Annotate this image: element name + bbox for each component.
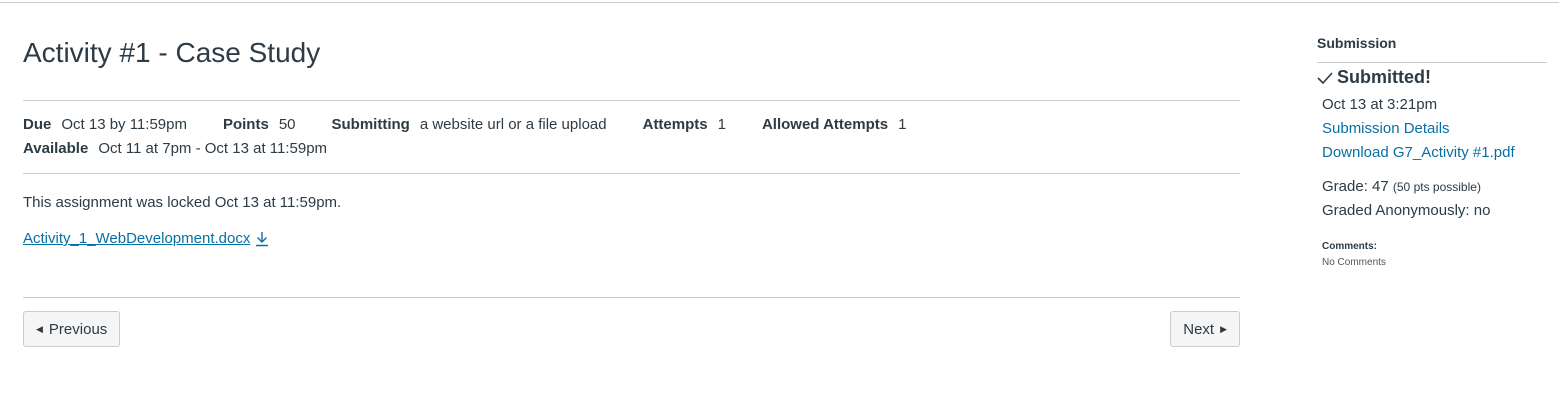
points-label: Points — [222, 116, 269, 133]
submitting-value: a website url or a file upload — [419, 116, 607, 133]
submission-date: Oct 13 at 3:21pm — [1322, 96, 1438, 113]
availability-row: Available Oct 11 at 7pm - Oct 13 at 11:5… — [23, 140, 363, 157]
divider — [1317, 62, 1547, 63]
download-submission-link[interactable]: Download G7_Activity #1.pdf — [1322, 144, 1515, 161]
allowed-attempts-label: Allowed Attempts — [761, 116, 889, 133]
submission-details-link[interactable]: Submission Details — [1322, 120, 1450, 137]
points-value: 50 — [278, 116, 296, 133]
submitting-label: Submitting — [331, 116, 410, 133]
next-button[interactable]: Next ▶ — [1170, 311, 1240, 347]
previous-button[interactable]: ◀ Previous — [23, 311, 121, 347]
divider — [23, 297, 1240, 298]
attempts-label: Attempts — [642, 116, 708, 133]
due-label: Due — [23, 116, 52, 133]
comments-value: No Comments — [1322, 257, 1386, 268]
divider — [23, 173, 1240, 174]
available-label: Available — [23, 140, 89, 157]
grade-possible: (50 pts possible) — [1392, 180, 1481, 194]
locked-message: This assignment was locked Oct 13 at 11:… — [23, 194, 342, 211]
top-divider — [0, 2, 1559, 3]
grade-value: Grade: 47 — [1322, 178, 1389, 195]
submission-heading: Submission — [1317, 35, 1397, 51]
attachment-filename: Activity_1_WebDevelopment.docx — [23, 230, 251, 247]
comments-label: Comments: — [1322, 241, 1378, 252]
previous-label: Previous — [48, 320, 108, 338]
assignment-details-row: Due Oct 13 by 11:59pm Points 50 Submitti… — [23, 116, 942, 133]
divider — [23, 100, 1240, 101]
status-text: Submitted! — [1337, 67, 1431, 87]
graded-anonymously: Graded Anonymously: no — [1322, 202, 1491, 219]
attempts-value: 1 — [717, 116, 726, 133]
submission-status: Submitted! — [1317, 67, 1431, 88]
page-title: Activity #1 - Case Study — [23, 37, 321, 68]
grade-line: Grade: 47 (50 pts possible) — [1322, 178, 1481, 195]
attachment-link[interactable]: Activity_1_WebDevelopment.docx — [23, 230, 269, 247]
caret-left-icon: ◀ — [36, 323, 43, 334]
download-icon[interactable] — [255, 231, 269, 247]
caret-right-icon: ▶ — [1220, 323, 1227, 334]
allowed-attempts-value: 1 — [898, 116, 907, 133]
next-label: Next — [1183, 320, 1215, 338]
due-value: Oct 13 by 11:59pm — [61, 116, 187, 133]
check-icon — [1317, 71, 1333, 84]
available-value: Oct 11 at 7pm - Oct 13 at 11:59pm — [98, 140, 328, 157]
